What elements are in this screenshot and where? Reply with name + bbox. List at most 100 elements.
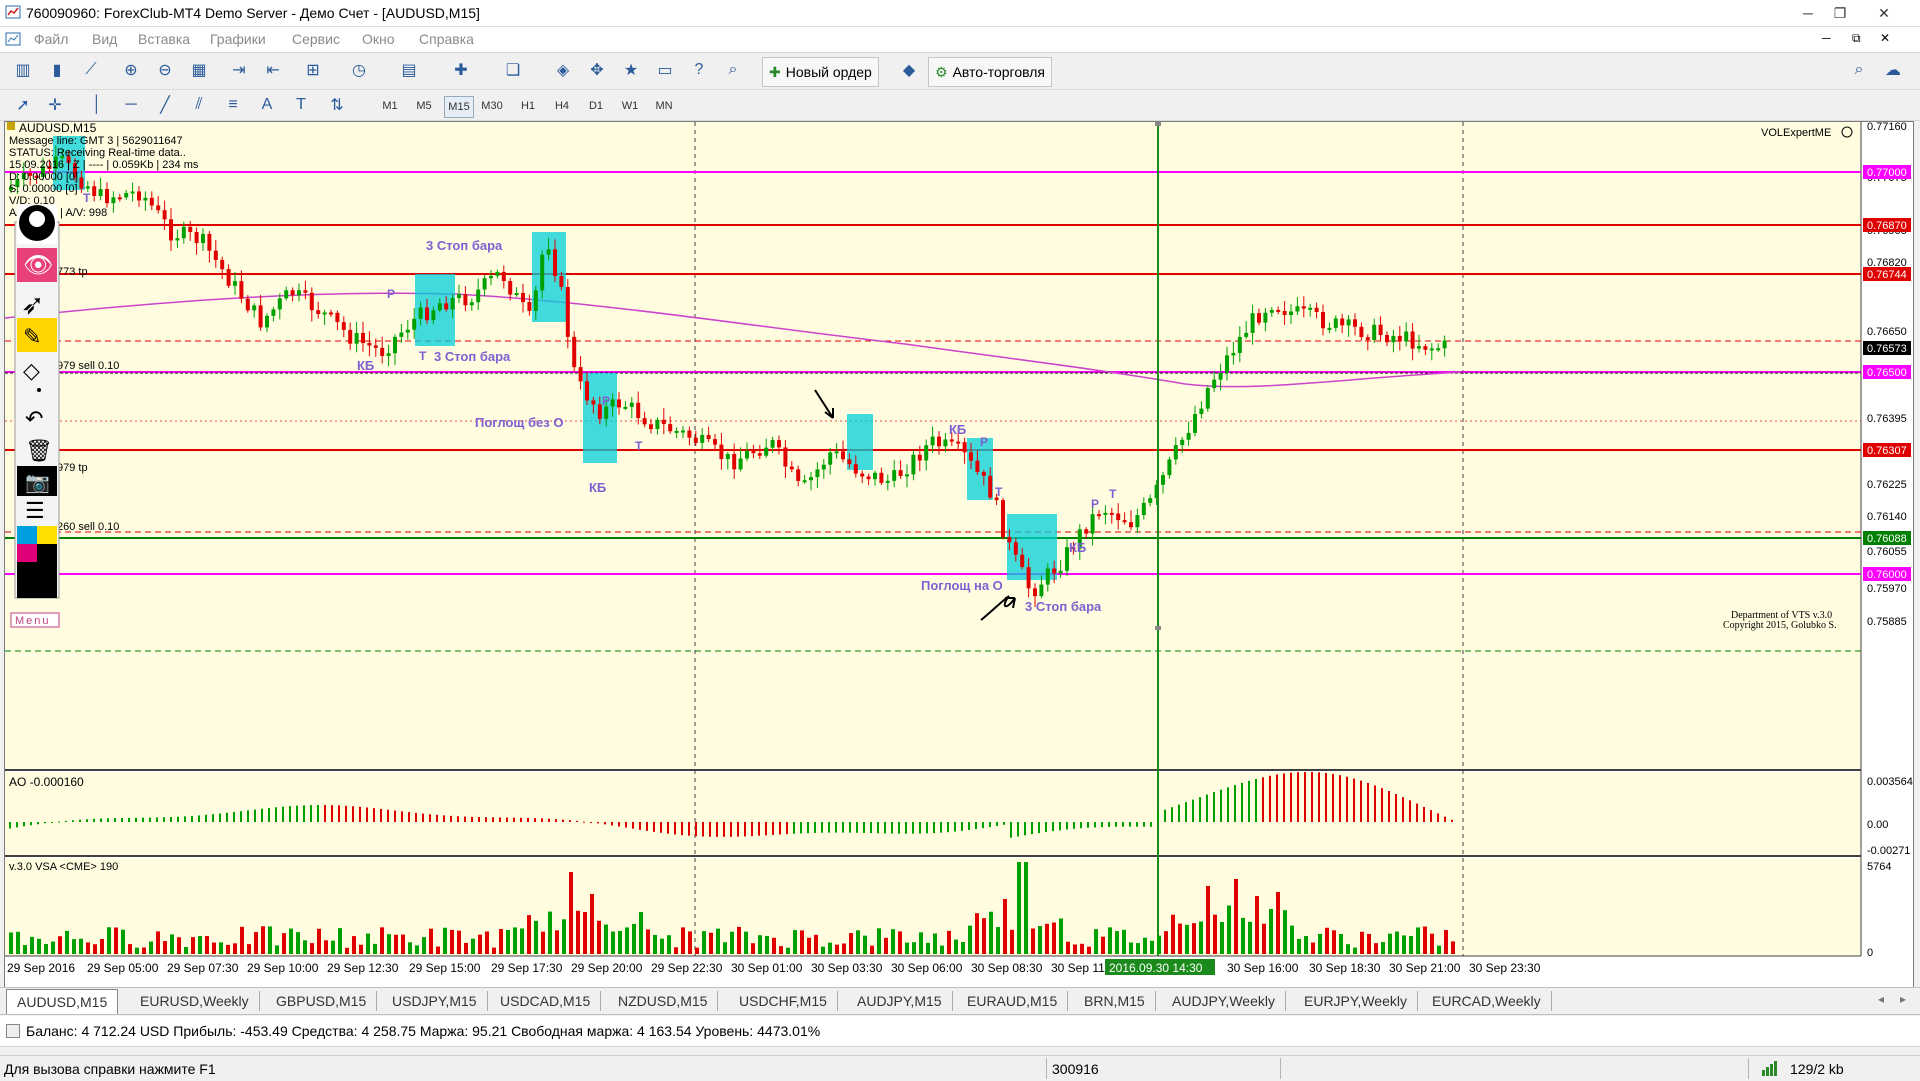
tab-audusd-m15[interactable]: AUDUSD,M15 — [6, 989, 119, 1014]
tf-h1[interactable]: H1 — [514, 96, 542, 116]
tf-m5[interactable]: M5 — [410, 96, 438, 116]
menu-view[interactable]: Вид — [92, 31, 117, 47]
bar-chart-icon[interactable]: ▥ — [10, 57, 36, 83]
vertical-line-icon[interactable]: │ — [84, 92, 110, 118]
candle-body — [1404, 331, 1409, 342]
tf-w1[interactable]: W1 — [616, 96, 644, 116]
tf-d1[interactable]: D1 — [582, 96, 610, 116]
tab-eurcad-weekly[interactable]: EURCAD,Weekly — [1422, 991, 1552, 1011]
tab-scroll-right-icon[interactable]: ▸ — [1900, 992, 1906, 1006]
menu-window[interactable]: Окно — [362, 31, 395, 47]
tab-brn-m15[interactable]: BRN,M15 — [1074, 991, 1156, 1011]
channel-icon[interactable]: ⫽ — [186, 92, 212, 118]
tab-gbpusd-m15[interactable]: GBPUSD,M15 — [266, 991, 378, 1011]
dot-icon[interactable] — [37, 388, 41, 392]
search-icon[interactable]: ⌕ — [720, 57, 746, 83]
arrow-pointer-icon[interactable]: ➶ — [21, 289, 44, 320]
tab-usdjpy-m15[interactable]: USDJPY,M15 — [382, 991, 488, 1011]
tab-usdchf-m15[interactable]: USDCHF,M15 — [729, 991, 838, 1011]
child-minimize-button[interactable]: ─ — [1822, 31, 1831, 45]
menu-help[interactable]: Справка — [419, 31, 474, 47]
search-icon-right[interactable]: ⌕ — [1846, 57, 1872, 83]
terminal-icon[interactable]: ▭ — [652, 57, 678, 83]
menu-insert[interactable]: Вставка — [138, 31, 190, 47]
crosshair-icon[interactable]: ✛ — [42, 92, 68, 118]
vsa-bar — [576, 910, 580, 954]
color-swatch-yellow[interactable] — [37, 526, 57, 544]
maximize-button[interactable]: ❐ — [1818, 0, 1862, 26]
tab-usdcad-m15[interactable]: USDCAD,M15 — [490, 991, 602, 1011]
help-icon[interactable]: ? — [686, 57, 712, 83]
ao-bar — [1080, 822, 1082, 829]
vsa-bar — [1206, 886, 1210, 954]
vsa-bar — [1353, 947, 1357, 954]
tab-audjpy-m15[interactable]: AUDJPY,M15 — [847, 991, 953, 1011]
zoom-out-icon[interactable]: ⊖ — [152, 57, 178, 83]
menu-tools[interactable]: Сервис — [292, 31, 340, 47]
folder-star-icon[interactable]: ★ — [618, 57, 644, 83]
meta-editor-icon[interactable]: ◆ — [896, 57, 922, 83]
color-swatch-cyan[interactable] — [17, 526, 37, 544]
auto-scroll-icon[interactable]: ⇥ — [226, 57, 252, 83]
fibo-icon[interactable]: ≡ — [220, 92, 246, 118]
tf-m1[interactable]: M1 — [376, 96, 404, 116]
zoom-in-icon[interactable]: ⊕ — [118, 57, 144, 83]
vsa-bar — [44, 943, 48, 954]
tab-eurusd-weekly[interactable]: EURUSD,Weekly — [130, 991, 260, 1011]
tab-nzdusd-m15[interactable]: NZDUSD,M15 — [608, 991, 719, 1011]
auto-trading-button[interactable]: ⚙ Авто-торговля — [928, 57, 1053, 87]
menu-charts[interactable]: Графики — [210, 31, 266, 47]
ao-bar — [79, 819, 81, 822]
color-swatch-black[interactable] — [37, 544, 57, 562]
trash-icon[interactable]: 🗑 — [25, 438, 53, 463]
cursor-icon[interactable]: ➚ — [10, 92, 36, 118]
chart-window[interactable]: 3 Стоп бара 3 Стоп бара 3 Стоп бара Погл… — [4, 121, 1914, 989]
menu-file[interactable]: Файл — [34, 31, 68, 47]
vsa-bar — [296, 932, 300, 954]
chart-shift-icon[interactable]: ⇤ — [260, 57, 286, 83]
candle-chart-icon[interactable]: ▮ — [44, 57, 70, 83]
vsa-bar — [1269, 908, 1273, 954]
chart-canvas[interactable]: 3 Стоп бара 3 Стоп бара 3 Стоп бара Погл… — [5, 122, 1913, 988]
ao-bar — [310, 805, 312, 822]
child-restore-button[interactable]: ⧉ — [1852, 31, 1861, 46]
undo-icon[interactable]: ↶ — [25, 406, 43, 431]
navigator-icon[interactable]: ◈ — [550, 57, 576, 83]
vsa-bar — [338, 928, 342, 954]
tf-h4[interactable]: H4 — [548, 96, 576, 116]
tab-scroll-left-icon[interactable]: ◂ — [1878, 992, 1884, 1006]
tab-euraud-m15[interactable]: EURAUD,M15 — [957, 991, 1069, 1011]
eraser-icon[interactable]: ◇ — [23, 358, 40, 383]
line-chart-icon[interactable]: ⟋ — [78, 57, 104, 83]
tf-mn[interactable]: MN — [650, 96, 678, 116]
arrows-icon[interactable]: ⇅ — [324, 92, 350, 118]
highlighter-icon[interactable]: ✎ — [23, 324, 41, 349]
horizontal-line-icon[interactable]: ─ — [118, 92, 144, 118]
periods-icon[interactable]: ◷ — [346, 57, 372, 83]
chat-icon[interactable]: ☁ — [1880, 57, 1906, 83]
candle-body — [975, 460, 980, 473]
candle-body — [687, 430, 692, 438]
eye-icon[interactable]: 👁 — [23, 252, 53, 279]
new-order-button[interactable]: ✚ Новый ордер — [762, 57, 879, 87]
tab-eurjpy-weekly[interactable]: EURJPY,Weekly — [1294, 991, 1418, 1011]
camera-icon[interactable]: 📷 — [25, 472, 50, 494]
color-swatch-magenta[interactable] — [17, 544, 37, 562]
notes-icon[interactable]: ☰ — [25, 498, 45, 523]
text-label-icon[interactable]: T — [288, 92, 314, 118]
crosshair-move-icon[interactable]: ✥ — [584, 57, 610, 83]
candle-body — [431, 310, 436, 321]
tf-m15[interactable]: M15 — [444, 96, 474, 118]
child-close-button[interactable]: ✕ — [1880, 31, 1890, 45]
tab-audjpy-weekly[interactable]: AUDJPY,Weekly — [1162, 991, 1286, 1011]
close-button[interactable]: ✕ — [1862, 0, 1906, 26]
templates-icon[interactable]: ▤ — [396, 57, 422, 83]
tile-windows-icon[interactable]: ▦ — [186, 57, 212, 83]
profiles-icon[interactable]: ❏ — [500, 57, 526, 83]
trendline-icon[interactable]: ╱ — [152, 92, 178, 118]
tf-m30[interactable]: M30 — [478, 96, 506, 116]
indicators-icon[interactable]: ⊞ — [300, 57, 326, 83]
new-chart-icon[interactable]: ✚ — [448, 57, 474, 83]
text-icon[interactable]: A — [254, 92, 280, 118]
ao-bar — [387, 809, 389, 822]
